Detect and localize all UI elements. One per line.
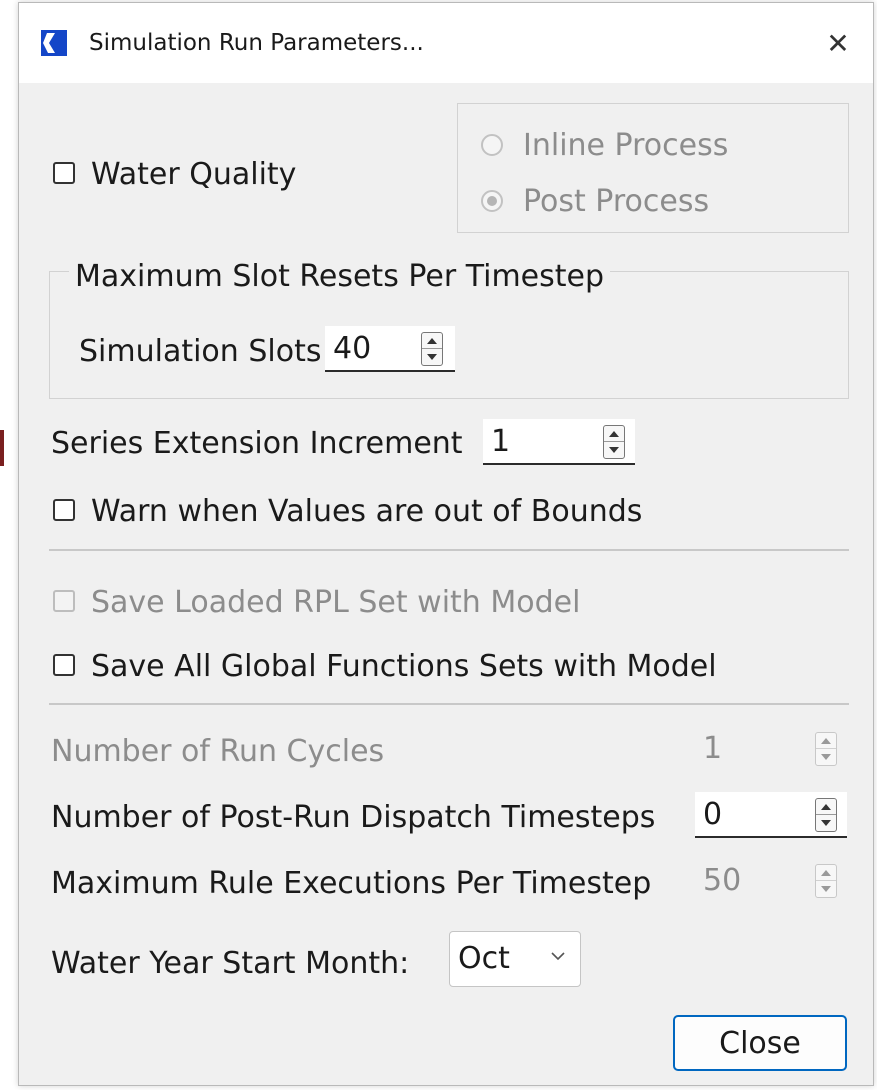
spin-down-icon[interactable] [816, 881, 836, 897]
save-rpl-checkbox[interactable] [53, 590, 75, 612]
simulation-slots-spinner[interactable] [421, 332, 443, 366]
spin-down-icon[interactable] [816, 815, 836, 831]
spin-up-icon[interactable] [816, 865, 836, 881]
save-global-functions-checkbox[interactable] [53, 654, 75, 676]
save-global-functions-label[interactable]: Save All Global Functions Sets with Mode… [91, 652, 717, 682]
spin-up-icon[interactable] [816, 733, 836, 749]
slot-resets-group-title: Maximum Slot Resets Per Timestep [69, 262, 611, 292]
post-process-radio[interactable] [481, 190, 503, 212]
close-button[interactable]: Close [673, 1015, 847, 1071]
max-rule-executions-spinner[interactable] [815, 864, 837, 898]
series-extension-label: Series Extension Increment [51, 426, 463, 461]
post-process-label[interactable]: Post Process [523, 187, 709, 217]
chevron-down-icon [551, 952, 565, 961]
inline-process-radio[interactable] [481, 134, 503, 156]
title-bar[interactable]: Simulation Run Parameters... ✕ [19, 3, 873, 83]
spin-up-icon[interactable] [604, 426, 624, 442]
background-window-edge [0, 430, 4, 466]
window-title: Simulation Run Parameters... [89, 30, 424, 56]
water-quality-checkbox[interactable] [53, 162, 75, 184]
spin-down-icon[interactable] [422, 349, 442, 365]
spin-down-icon[interactable] [816, 749, 836, 765]
inline-process-label[interactable]: Inline Process [523, 131, 728, 161]
spin-up-icon[interactable] [422, 333, 442, 349]
post-run-dispatch-label: Number of Post-Run Dispatch Timesteps [51, 800, 656, 835]
water-year-start-select[interactable]: Oct [449, 931, 581, 987]
water-year-start-label: Water Year Start Month: [51, 946, 410, 981]
run-cycles-label: Number of Run Cycles [51, 734, 385, 769]
riverware-app-icon [41, 30, 67, 56]
run-cycles-spinner[interactable] [815, 732, 837, 766]
water-quality-label[interactable]: Water Quality [91, 160, 296, 190]
post-run-dispatch-spinner[interactable] [815, 798, 837, 832]
warn-bounds-checkbox[interactable] [53, 499, 75, 521]
separator [49, 703, 849, 705]
simulation-slots-label: Simulation Slots [79, 334, 322, 369]
warn-bounds-label[interactable]: Warn when Values are out of Bounds [91, 497, 642, 527]
spin-up-icon[interactable] [816, 799, 836, 815]
max-rule-executions-label: Maximum Rule Executions Per Timestep [51, 866, 652, 901]
spin-down-icon[interactable] [604, 442, 624, 458]
save-rpl-label[interactable]: Save Loaded RPL Set with Model [91, 588, 580, 618]
series-extension-spinner[interactable] [603, 425, 625, 459]
close-window-icon[interactable]: ✕ [803, 3, 873, 83]
separator [49, 549, 849, 551]
simulation-run-parameters-dialog: Simulation Run Parameters... ✕ Water Qua… [18, 2, 874, 1086]
